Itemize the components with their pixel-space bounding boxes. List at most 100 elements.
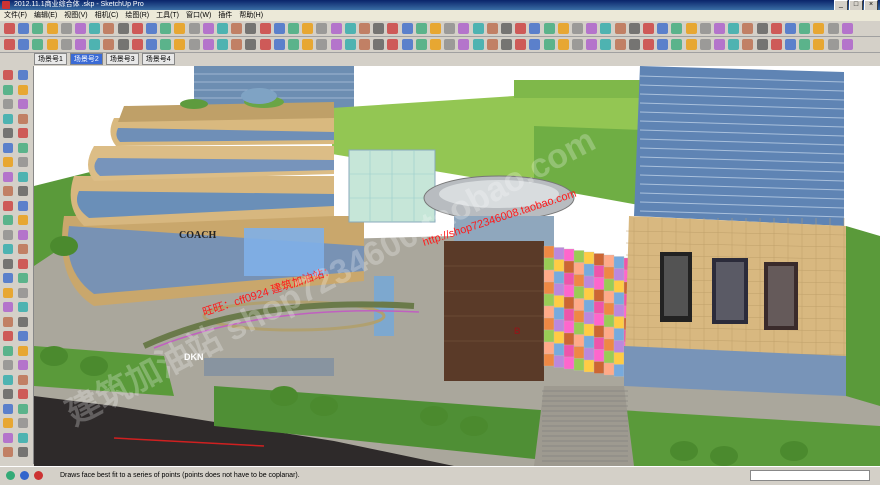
- scale-icon[interactable]: [160, 23, 172, 34]
- look-around-icon[interactable]: [359, 39, 370, 50]
- tape-icon[interactable]: [557, 39, 569, 50]
- push-pull-icon[interactable]: [117, 39, 129, 50]
- paint-bucket-icon[interactable]: [18, 403, 28, 414]
- orbit-icon[interactable]: [245, 39, 257, 50]
- push-pull-icon[interactable]: [3, 128, 13, 138]
- paint-bucket-icon[interactable]: [302, 23, 314, 34]
- pencil-icon[interactable]: [770, 39, 782, 50]
- rotate-icon[interactable]: [146, 23, 157, 34]
- scale-icon[interactable]: [529, 39, 541, 50]
- look-around-icon[interactable]: [728, 39, 740, 50]
- pan-icon[interactable]: [628, 23, 640, 34]
- rotate-icon[interactable]: [146, 39, 157, 50]
- walk-icon[interactable]: [330, 39, 342, 50]
- pencil-icon[interactable]: [32, 23, 44, 34]
- zoom-extents-icon[interactable]: [3, 215, 13, 225]
- pencil-icon[interactable]: [770, 23, 782, 34]
- eraser-icon[interactable]: [18, 23, 30, 34]
- polygon-icon[interactable]: [841, 23, 853, 34]
- model-viewport[interactable]: COACH DKN B 旺旺：cff0924 建筑加油站： http://sho…: [34, 66, 880, 466]
- scale-icon[interactable]: [529, 23, 541, 34]
- circle-icon[interactable]: [458, 23, 470, 34]
- line-icon[interactable]: [46, 39, 58, 50]
- rectangle-icon[interactable]: [444, 23, 456, 34]
- scale-icon[interactable]: [18, 331, 28, 341]
- orbit-icon[interactable]: [18, 186, 28, 196]
- text-icon[interactable]: [586, 23, 598, 34]
- select-icon[interactable]: [4, 39, 15, 50]
- offset-icon[interactable]: [174, 39, 186, 50]
- move-icon[interactable]: [131, 23, 143, 34]
- select-icon[interactable]: [3, 258, 13, 269]
- text-icon[interactable]: [18, 360, 28, 370]
- pencil-icon[interactable]: [401, 23, 413, 34]
- walk-icon[interactable]: [699, 39, 711, 50]
- paint-bucket-icon[interactable]: [671, 23, 683, 34]
- arc-icon[interactable]: [430, 23, 441, 34]
- offset-icon[interactable]: [3, 157, 13, 167]
- select-icon[interactable]: [3, 447, 13, 457]
- zoom-icon[interactable]: [643, 39, 654, 50]
- eraser-icon[interactable]: [18, 39, 30, 50]
- pan-icon[interactable]: [3, 200, 13, 211]
- eraser-icon[interactable]: [18, 70, 28, 80]
- section-plane-icon[interactable]: [316, 39, 328, 50]
- offset-icon[interactable]: [3, 345, 13, 356]
- push-pull-icon[interactable]: [486, 39, 498, 50]
- menu-item-2[interactable]: 视图(V): [64, 10, 87, 21]
- line-icon[interactable]: [415, 39, 427, 50]
- circle-icon[interactable]: [3, 302, 13, 312]
- rectangle-icon[interactable]: [18, 99, 28, 109]
- push-pull-icon[interactable]: [117, 23, 129, 34]
- walk-icon[interactable]: [330, 23, 342, 34]
- zoom-icon[interactable]: [273, 39, 285, 50]
- section-plane-icon[interactable]: [3, 229, 13, 240]
- circle-icon[interactable]: [458, 39, 470, 50]
- rectangle-icon[interactable]: [813, 39, 825, 50]
- select-icon[interactable]: [742, 23, 754, 34]
- look-around-icon[interactable]: [18, 432, 28, 443]
- zoom-extents-icon[interactable]: [288, 23, 299, 34]
- protractor-icon[interactable]: [572, 23, 583, 34]
- rectangle-icon[interactable]: [813, 23, 825, 34]
- offset-icon[interactable]: [543, 23, 555, 34]
- text-icon[interactable]: [217, 39, 228, 50]
- scale-icon[interactable]: [18, 142, 28, 153]
- scene-tab-2[interactable]: 场景号2: [69, 53, 103, 65]
- move-icon[interactable]: [501, 39, 512, 50]
- circle-icon[interactable]: [89, 23, 101, 34]
- eraser-icon[interactable]: [387, 23, 399, 34]
- scene-tab-3[interactable]: 场景号3: [105, 53, 139, 65]
- walk-icon[interactable]: [18, 418, 28, 428]
- eraser-icon[interactable]: [18, 447, 28, 457]
- section-plane-icon[interactable]: [316, 23, 328, 34]
- look-around-icon[interactable]: [359, 23, 370, 34]
- position-camera-icon[interactable]: [3, 432, 13, 443]
- paint-bucket-icon[interactable]: [302, 39, 314, 50]
- circle-icon[interactable]: [827, 39, 839, 50]
- menu-item-0[interactable]: 文件(F): [4, 10, 27, 21]
- axes-icon[interactable]: [3, 186, 13, 196]
- offset-icon[interactable]: [543, 39, 555, 50]
- axes-icon[interactable]: [600, 23, 612, 34]
- tape-icon[interactable]: [188, 39, 200, 50]
- pencil-icon[interactable]: [3, 84, 13, 95]
- menu-item-4[interactable]: 绘图(R): [125, 10, 149, 21]
- orbit-icon[interactable]: [614, 23, 626, 34]
- pan-icon[interactable]: [259, 23, 271, 34]
- paint-bucket-icon[interactable]: [671, 39, 683, 50]
- orbit-icon[interactable]: [245, 23, 257, 34]
- polygon-icon[interactable]: [18, 302, 28, 312]
- tape-icon[interactable]: [18, 157, 28, 167]
- pan-icon[interactable]: [628, 39, 640, 50]
- axes-icon[interactable]: [3, 374, 13, 385]
- polygon-icon[interactable]: [472, 23, 484, 34]
- position-camera-icon[interactable]: [714, 23, 725, 34]
- protractor-icon[interactable]: [3, 360, 13, 370]
- axes-icon[interactable]: [600, 39, 612, 50]
- line-icon[interactable]: [785, 23, 796, 34]
- zoom-extents-icon[interactable]: [288, 39, 299, 50]
- scene-tab-1[interactable]: 场景号1: [34, 53, 67, 65]
- arc-icon[interactable]: [799, 23, 811, 34]
- rotate-icon[interactable]: [3, 142, 13, 153]
